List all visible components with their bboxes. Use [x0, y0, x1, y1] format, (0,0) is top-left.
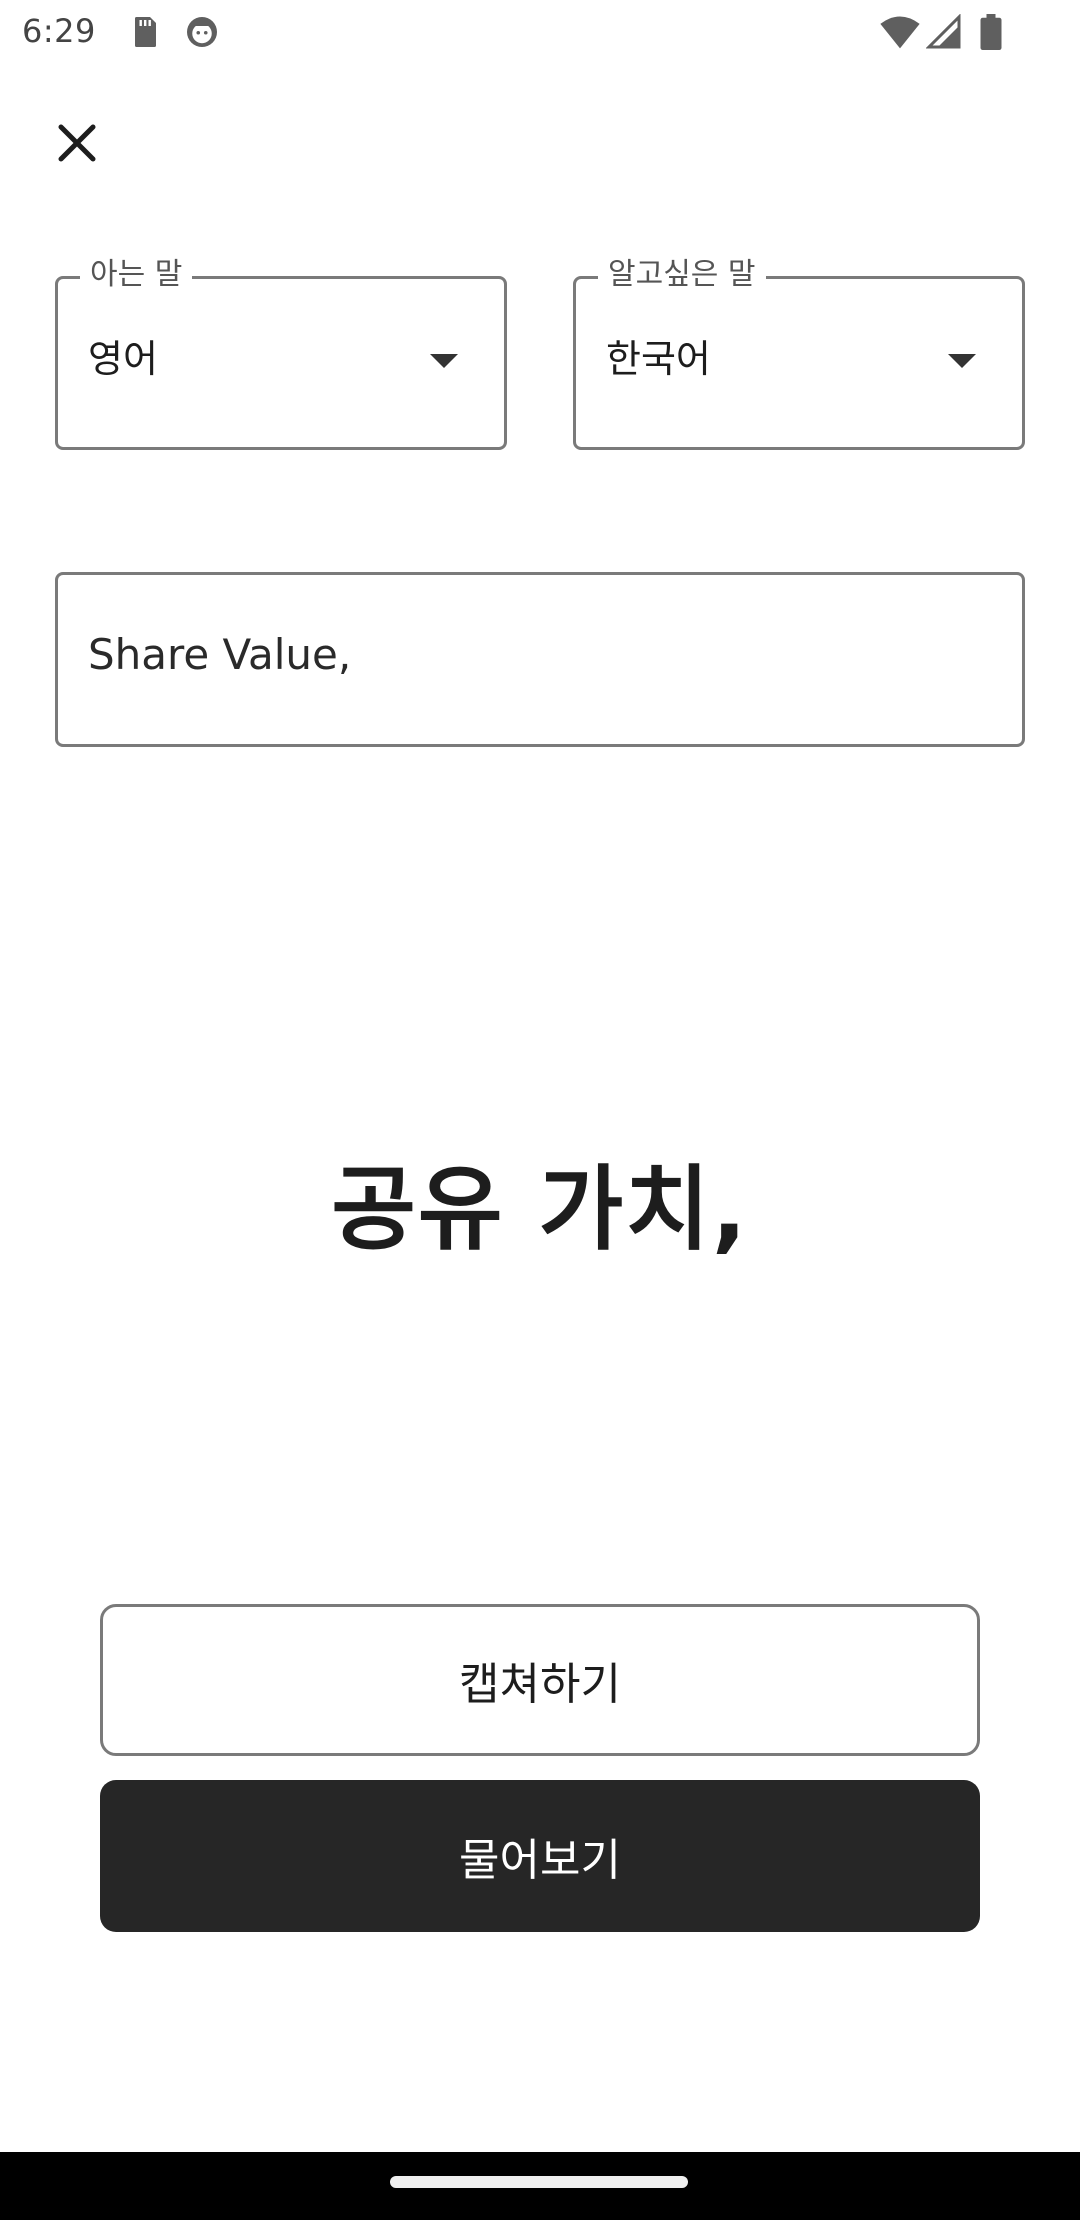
- chevron-down-icon: [430, 354, 458, 368]
- target-language-label: 알고싶은 말: [598, 255, 766, 295]
- navigation-bar: [0, 2152, 1080, 2220]
- text-input-container[interactable]: [55, 572, 1025, 747]
- text-input[interactable]: [88, 630, 968, 679]
- target-language-dropdown[interactable]: 알고싶은 말 한국어: [573, 255, 1025, 450]
- face-icon: [187, 17, 217, 47]
- close-button[interactable]: [46, 112, 108, 174]
- target-language-value: 한국어: [606, 337, 711, 381]
- screen: 6:29 아는 말 영어 알고싶은 말 한국어 Share Value, 공유 …: [0, 0, 1080, 2220]
- translation-result: 공유 가치,: [331, 1156, 749, 1263]
- home-indicator[interactable]: [390, 2176, 688, 2188]
- ask-button[interactable]: 물어보기: [100, 1780, 980, 1932]
- capture-button[interactable]: 캡쳐하기: [100, 1604, 980, 1756]
- source-language-label: 아는 말: [80, 255, 193, 295]
- status-time: 6:29: [22, 12, 96, 50]
- sd-card-icon: [135, 17, 156, 47]
- source-language-value: 영어: [88, 337, 158, 381]
- close-icon: [58, 124, 96, 162]
- signal-icon: [926, 14, 961, 49]
- chevron-down-icon: [948, 354, 976, 368]
- source-language-dropdown[interactable]: 아는 말 영어: [55, 255, 507, 450]
- battery-icon: [980, 14, 1002, 50]
- status-bar: 6:29: [0, 0, 1080, 64]
- wifi-icon: [880, 16, 920, 49]
